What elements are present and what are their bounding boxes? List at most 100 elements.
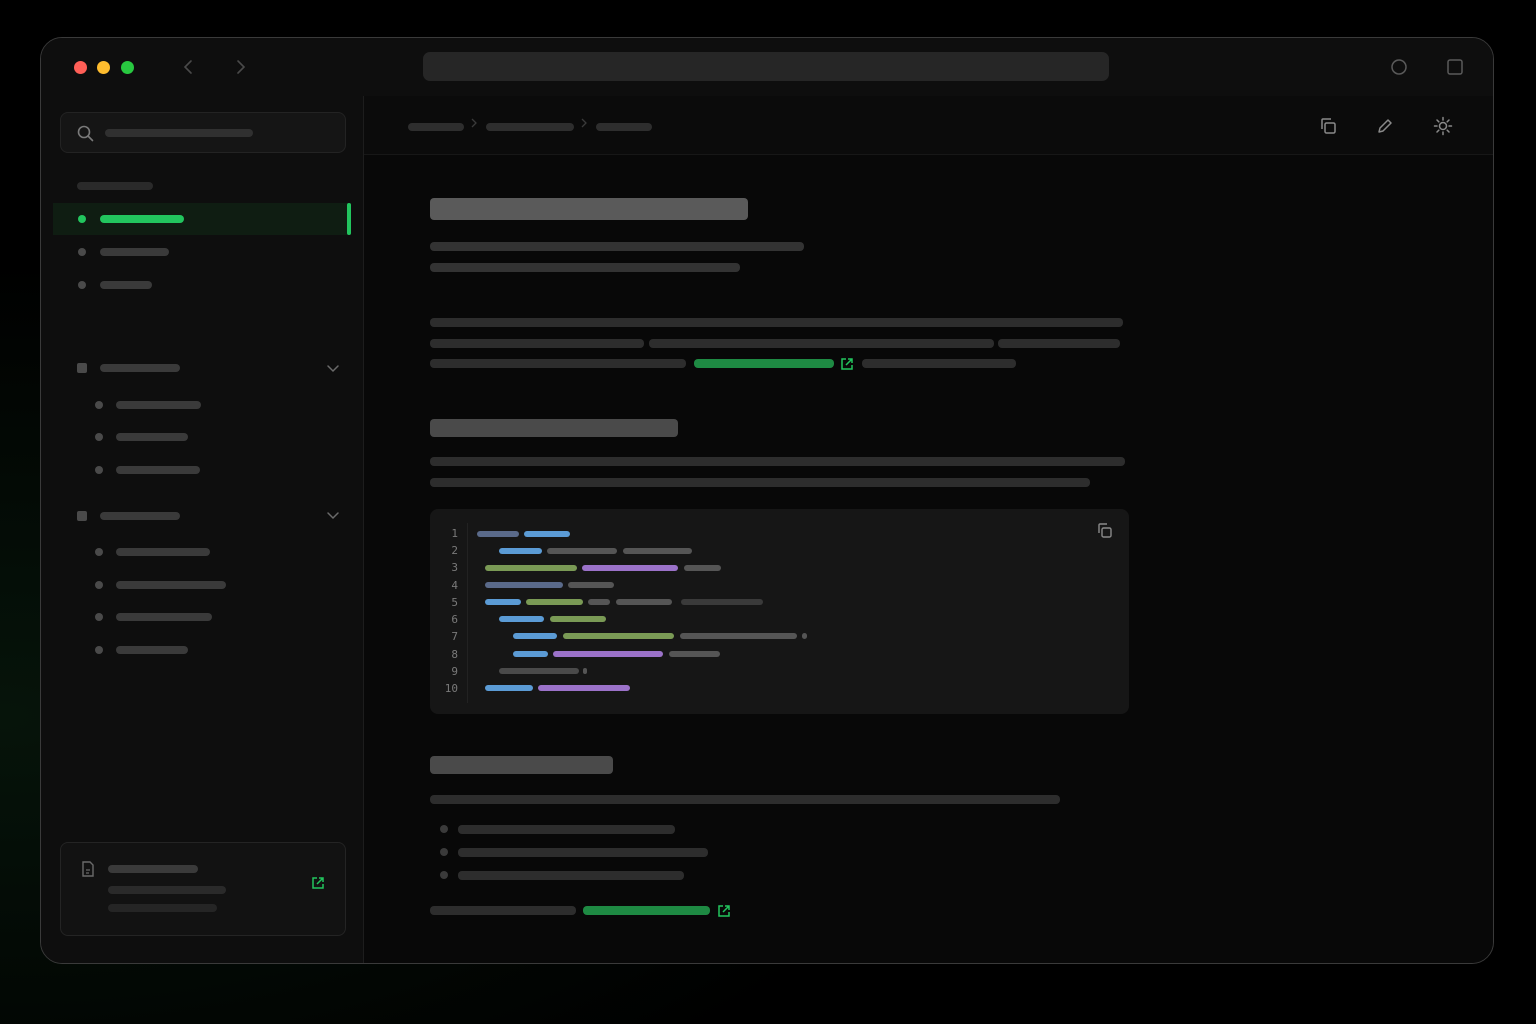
sidebar-item[interactable] xyxy=(53,269,351,301)
list-item xyxy=(458,871,684,880)
code-token xyxy=(802,633,807,639)
line-number: 1 xyxy=(451,527,458,540)
inline-link[interactable] xyxy=(583,906,710,915)
list-item xyxy=(458,825,675,834)
circle-icon[interactable] xyxy=(1390,58,1408,76)
chevron-right-icon xyxy=(471,118,477,128)
copy-icon[interactable] xyxy=(1096,522,1113,539)
chevron-down-icon[interactable] xyxy=(326,361,340,375)
sidebar-item-label xyxy=(100,215,184,223)
code-token xyxy=(477,531,519,537)
breadcrumb-item[interactable] xyxy=(486,123,574,131)
sidebar-subitem[interactable] xyxy=(116,466,200,474)
code-token xyxy=(582,565,678,571)
breadcrumb-item xyxy=(596,123,652,131)
sidebar-subitem[interactable] xyxy=(116,433,188,441)
code-token xyxy=(485,582,563,588)
square-icon[interactable] xyxy=(1446,58,1464,76)
bullet xyxy=(95,401,103,409)
line-number: 4 xyxy=(451,579,458,592)
title-bar xyxy=(41,38,1493,96)
bullet xyxy=(95,646,103,654)
list-bullet xyxy=(440,848,448,856)
forward-chevron-icon[interactable] xyxy=(231,58,249,76)
sidebar-item-label xyxy=(100,248,169,256)
external-link-icon[interactable] xyxy=(717,904,731,918)
line-number: 7 xyxy=(451,630,458,643)
paragraph-line xyxy=(430,457,1125,466)
sidebar-subitem[interactable] xyxy=(116,613,212,621)
group-label xyxy=(100,364,180,372)
content-header xyxy=(364,96,1493,155)
sidebar-item-active[interactable] xyxy=(53,203,351,235)
sun-icon[interactable] xyxy=(1433,116,1453,136)
search-input[interactable] xyxy=(60,112,346,153)
line-number: 8 xyxy=(451,648,458,661)
sidebar-subitem[interactable] xyxy=(116,401,201,409)
code-block: 1 2 3 4 5 6 7 8 9 10 xyxy=(430,509,1129,714)
card-line xyxy=(108,886,226,894)
document-icon xyxy=(82,861,94,877)
footer-card[interactable] xyxy=(60,842,346,936)
line-number: 3 xyxy=(451,561,458,574)
bullet xyxy=(95,548,103,556)
search-icon xyxy=(77,125,94,142)
code-token xyxy=(684,565,721,571)
bullet xyxy=(95,581,103,589)
paragraph-line xyxy=(430,795,1060,804)
code-token xyxy=(616,599,672,605)
code-token xyxy=(485,685,533,691)
list-bullet xyxy=(440,871,448,879)
external-link-icon[interactable] xyxy=(840,357,854,371)
address-bar[interactable] xyxy=(423,52,1109,81)
code-token xyxy=(485,599,521,605)
sidebar-subitem[interactable] xyxy=(116,646,188,654)
line-number: 2 xyxy=(451,544,458,557)
paragraph-line xyxy=(430,339,644,348)
bullet xyxy=(95,433,103,441)
code-token xyxy=(513,633,557,639)
card-line xyxy=(108,904,217,912)
active-indicator xyxy=(347,203,351,235)
code-token xyxy=(680,633,797,639)
maximize-window-button[interactable] xyxy=(121,61,134,74)
code-token xyxy=(524,531,570,537)
code-token xyxy=(669,651,720,657)
bullet xyxy=(95,466,103,474)
code-token xyxy=(563,633,674,639)
line-number: 5 xyxy=(451,596,458,609)
sidebar xyxy=(41,96,364,963)
code-token xyxy=(485,565,577,571)
inline-link[interactable] xyxy=(694,359,834,368)
code-token xyxy=(499,616,544,622)
subtitle-line xyxy=(430,242,804,251)
code-token xyxy=(526,599,583,605)
sidebar-subitem[interactable] xyxy=(116,581,226,589)
copy-icon[interactable] xyxy=(1318,116,1338,136)
code-token xyxy=(681,599,763,605)
close-window-button[interactable] xyxy=(74,61,87,74)
external-link-icon[interactable] xyxy=(311,876,325,890)
code-token xyxy=(499,548,542,554)
page-title xyxy=(430,198,748,220)
pencil-icon[interactable] xyxy=(1375,116,1395,136)
sidebar-subitem[interactable] xyxy=(116,548,210,556)
line-number: 9 xyxy=(451,665,458,678)
breadcrumb-item[interactable] xyxy=(408,123,464,131)
code-token xyxy=(550,616,606,622)
bullet xyxy=(78,248,86,256)
bullet xyxy=(78,281,86,289)
paragraph-line xyxy=(649,339,994,348)
card-title xyxy=(108,865,198,873)
minimize-window-button[interactable] xyxy=(97,61,110,74)
code-token xyxy=(513,651,548,657)
back-chevron-icon[interactable] xyxy=(180,58,198,76)
paragraph-line xyxy=(430,318,1123,327)
section-heading xyxy=(430,756,613,774)
paragraph-line xyxy=(430,478,1090,487)
folder-icon xyxy=(77,363,87,373)
sidebar-item[interactable] xyxy=(53,236,351,268)
chevron-down-icon[interactable] xyxy=(326,508,340,522)
bullet xyxy=(95,613,103,621)
chevron-right-icon xyxy=(581,118,587,128)
